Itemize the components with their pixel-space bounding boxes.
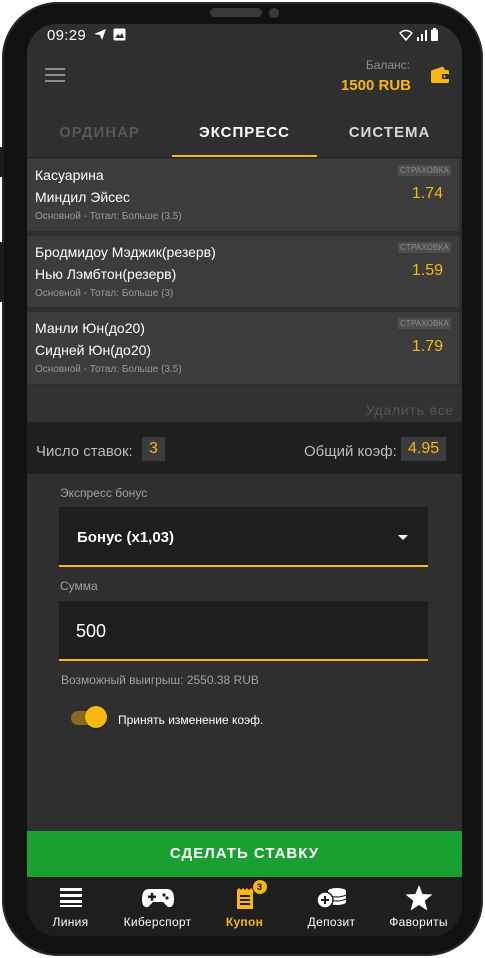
send-icon [94, 29, 106, 40]
tabs-divider [27, 157, 462, 158]
amount-field [59, 601, 428, 661]
accept-changes-label: Принять изменение коэф. [118, 713, 264, 727]
delete-row: Удалить все [27, 388, 462, 420]
phone-side-button [0, 242, 4, 302]
gamepad-icon [141, 889, 174, 908]
coins-icon [315, 888, 346, 909]
status-bar: 09:29 [27, 24, 462, 48]
coupon-count-badge: 3 [252, 880, 267, 894]
hamburger-icon[interactable] [45, 68, 65, 82]
insurance-badge[interactable]: СТРАХОВКА [398, 242, 451, 253]
tab-ordinar[interactable]: ОРДИНАР [27, 114, 172, 158]
app-screen: 09:29 Баланс: 1500 RUB ОРДИНАР ЭКСПРЕСС … [27, 24, 462, 936]
nav-label: Депозит [307, 915, 356, 929]
delete-all-button[interactable]: Удалить все [366, 402, 454, 418]
app-header: Баланс: 1500 RUB [27, 48, 462, 114]
bet-team-home: Манли Юн(до20) [35, 320, 145, 336]
nav-item-line[interactable]: Линия [27, 877, 114, 936]
status-time: 09:29 [47, 27, 87, 44]
wifi-icon [399, 29, 413, 41]
bet-team-home: Бродмидоу Мэджик(резерв) [35, 244, 216, 260]
nav-item-favorites[interactable]: Фавориты [375, 877, 462, 936]
nav-label: Киберспорт [123, 915, 192, 929]
coupon-summary: Число ставок: 3 Общий коэф: 4.95 [27, 422, 462, 474]
signal-icon [417, 30, 427, 41]
nav-item-deposit[interactable]: Депозит [288, 877, 375, 936]
coupon-bet-item[interactable]: Бродмидоу Мэджик(резерв) Нью Лэмбтон(рез… [27, 236, 459, 307]
bet-coefficient: 1.79 [411, 338, 443, 355]
nav-item-coupon[interactable]: 3 Купон [201, 877, 288, 936]
dropdown-arrow-icon [398, 535, 408, 540]
bets-count-label: Число ставок: [36, 443, 133, 460]
battery-icon [431, 28, 438, 41]
coupon-bet-item[interactable]: Касуарина Миндил Эйсес Основной - Тотал:… [27, 159, 459, 231]
tab-system[interactable]: СИСТЕМА [317, 114, 462, 158]
image-icon [113, 28, 126, 41]
tab-express[interactable]: ЭКСПРЕСС [172, 114, 317, 158]
bet-team-away: Нью Лэмбтон(резерв) [35, 266, 177, 282]
bet-market: Основной - Тотал: Больше (3.5) [35, 364, 182, 375]
coupon-icon [236, 888, 253, 909]
amount-label: Сумма [60, 579, 98, 593]
balance-value: 1500 RUB [340, 77, 411, 94]
nav-label: Фавориты [389, 915, 448, 929]
express-bonus-label: Экспресс бонус [60, 486, 148, 500]
coupon-bet-item[interactable]: Манли Юн(до20) Сидней Юн(до20) Основной … [27, 312, 459, 384]
bet-market: Основной - Тотал: Больше (3.5) [35, 211, 182, 222]
express-bonus-selected: Бонус (x1,03) [77, 529, 175, 546]
nav-item-esports[interactable]: Киберспорт [114, 877, 201, 936]
bet-team-away: Миндил Эйсес [35, 189, 130, 205]
phone-camera [269, 8, 279, 18]
star-icon [405, 885, 432, 911]
phone-frame: 09:29 Баланс: 1500 RUB ОРДИНАР ЭКСПРЕСС … [0, 2, 483, 956]
wallet-icon[interactable] [430, 66, 450, 84]
phone-speaker [210, 8, 262, 17]
nav-label: Линия [52, 915, 89, 929]
bottom-nav: Линия Киберспорт 3 Купон Депозит Фаворит… [27, 877, 462, 936]
possible-win-text: Возможный выигрыш: 2550.38 RUB [61, 673, 259, 687]
accept-changes-toggle[interactable] [71, 706, 107, 728]
bets-count-value: 3 [142, 437, 165, 461]
bet-coefficient: 1.74 [411, 185, 443, 202]
bet-coefficient: 1.59 [411, 262, 443, 279]
make-bet-button[interactable]: СДЕЛАТЬ СТАВКУ [27, 831, 462, 877]
status-notification-icons [93, 28, 126, 41]
bet-type-tabs: ОРДИНАР ЭКСПРЕСС СИСТЕМА [27, 114, 462, 158]
bet-market: Основной - Тотал: Больше (3) [35, 288, 174, 299]
balance-label: Баланс: [365, 58, 410, 72]
bet-team-away: Сидней Юн(до20) [35, 342, 152, 358]
nav-label: Купон [225, 915, 264, 929]
phone-side-button [0, 147, 4, 177]
insurance-badge[interactable]: СТРАХОВКА [398, 318, 451, 329]
amount-input[interactable] [59, 601, 428, 659]
status-system-icons [399, 28, 438, 41]
list-icon [59, 888, 82, 907]
express-bonus-select[interactable]: Бонус (x1,03) [59, 507, 428, 567]
total-coef-label: Общий коэф: [304, 443, 397, 460]
total-coef-value: 4.95 [401, 437, 447, 461]
insurance-badge[interactable]: СТРАХОВКА [398, 165, 451, 176]
bet-team-home: Касуарина [35, 167, 104, 183]
